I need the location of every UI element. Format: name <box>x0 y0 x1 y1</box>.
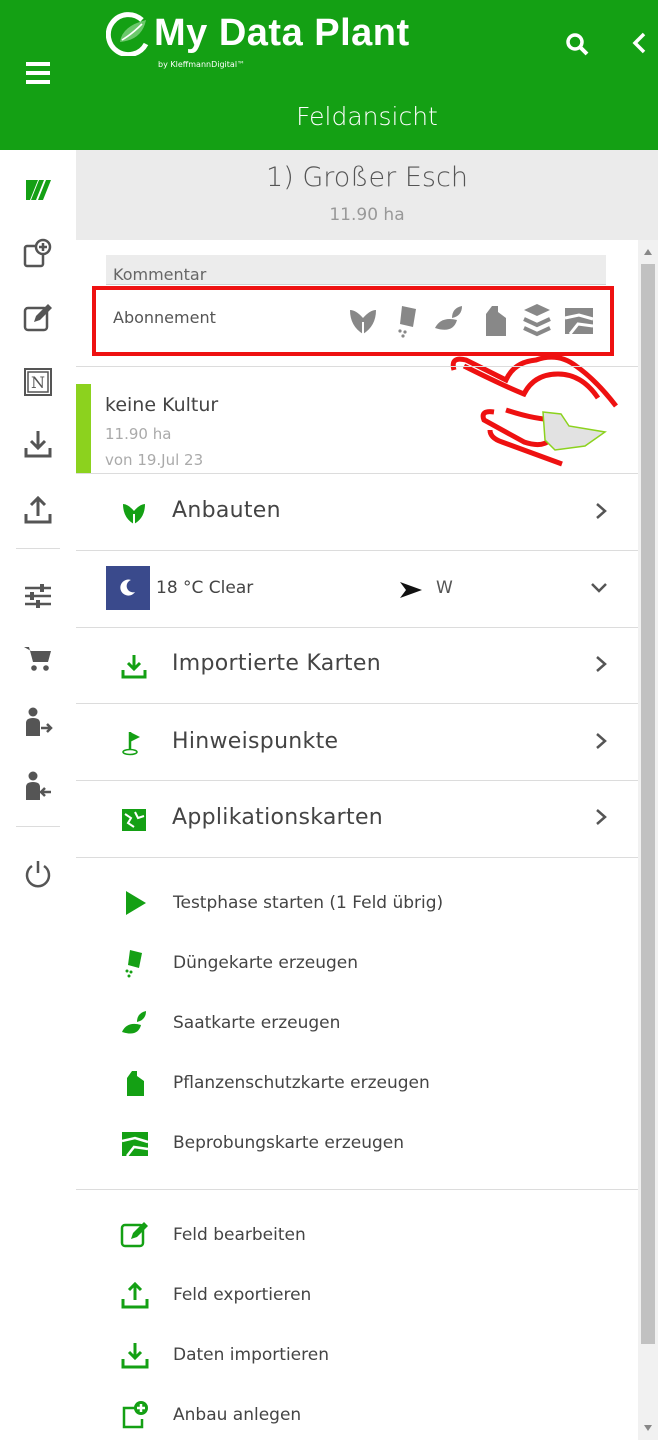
sampling-map-icon[interactable] <box>562 302 596 338</box>
action-label: Feld bearbeiten <box>173 1225 306 1245</box>
action-label: Düngekarte erzeugen <box>173 953 358 973</box>
culture-date: von 19.Jul 23 <box>105 451 204 469</box>
flag-pin-icon <box>122 732 140 756</box>
action-label: Pflanzenschutzkarte erzeugen <box>173 1073 430 1093</box>
comment-input[interactable]: Kommentar <box>106 255 606 285</box>
divider <box>76 473 638 474</box>
leaf-icon[interactable] <box>346 302 380 338</box>
sampling-map-icon <box>121 1132 149 1157</box>
field-details-panel: Kommentar Abonnement keine Kultur 11.90 … <box>76 240 638 1440</box>
application-map-icon <box>122 809 146 831</box>
action-label: Daten importieren <box>173 1345 329 1365</box>
divider <box>76 1189 638 1190</box>
power-icon[interactable] <box>22 858 54 890</box>
sidebar-divider <box>16 826 60 827</box>
settings-sliders-icon[interactable] <box>22 580 54 612</box>
culture-color-bar <box>76 384 91 474</box>
section-label: Importierte Karten <box>172 651 381 676</box>
action-label: Anbau anlegen <box>173 1405 302 1425</box>
field-area: 11.90 ha <box>329 205 405 225</box>
section-label: Hinweispunkte <box>172 729 339 754</box>
divider <box>76 703 638 704</box>
field-shape-thumbnail[interactable] <box>531 406 611 456</box>
edit-icon[interactable] <box>22 302 54 334</box>
culture-name: keine Kultur <box>105 394 219 416</box>
fertilizer-bag-icon[interactable] <box>392 302 426 338</box>
chevron-right-icon <box>596 656 607 672</box>
app-logo-title: My Data Plant <box>154 12 410 54</box>
upload-icon <box>121 1281 149 1309</box>
spray-canister-icon <box>127 1071 144 1096</box>
divider <box>76 550 638 551</box>
download-icon <box>121 655 147 679</box>
page-title: Feldansicht <box>296 102 438 131</box>
chevron-left-icon[interactable] <box>632 32 646 54</box>
download-icon[interactable] <box>22 428 54 460</box>
culture-area: 11.90 ha <box>105 425 172 443</box>
user-logout-icon[interactable] <box>22 706 54 738</box>
fields-icon[interactable] <box>22 174 54 206</box>
spray-canister-icon[interactable] <box>478 302 512 338</box>
notes-n-icon[interactable]: N <box>22 366 54 398</box>
sidebar-menu-area <box>0 0 76 150</box>
action-label: Feld exportieren <box>173 1285 312 1305</box>
action-label: Testphase starten (1 Feld übrig) <box>173 893 444 913</box>
layers-icon[interactable] <box>520 302 554 338</box>
user-login-icon[interactable] <box>22 770 54 802</box>
field-summary: 1) Großer Esch 11.90 ha <box>76 150 658 240</box>
play-icon <box>126 891 146 915</box>
edit-icon <box>120 1222 148 1248</box>
action-label: Beprobungskarte erzeugen <box>173 1133 405 1153</box>
leaf-icon <box>123 504 145 524</box>
add-crop-icon[interactable] <box>22 238 54 270</box>
chevron-down-icon <box>591 583 607 593</box>
hamburger-menu-icon[interactable] <box>26 62 50 84</box>
chevron-right-icon <box>596 503 607 519</box>
cart-icon[interactable] <box>22 642 54 674</box>
scrollbar[interactable] <box>638 240 658 1440</box>
add-crop-icon <box>122 1401 148 1429</box>
divider <box>76 366 638 367</box>
fertilizer-bag-icon <box>125 950 142 978</box>
section-label: Applikationskarten <box>172 805 384 830</box>
divider <box>76 857 638 858</box>
subscription-label: Abonnement <box>113 308 216 327</box>
chevron-right-icon <box>596 809 607 825</box>
wind-arrow-icon <box>400 582 422 598</box>
scroll-up-icon[interactable] <box>643 248 653 256</box>
weather-night-icon <box>106 566 150 610</box>
weather-text: 18 °C Clear <box>156 578 254 598</box>
scrollbar-thumb[interactable] <box>641 264 655 1344</box>
scroll-down-icon[interactable] <box>643 1424 653 1432</box>
seed-sprout-icon[interactable] <box>432 302 466 338</box>
logo-leaf-icon <box>106 12 149 56</box>
download-icon <box>121 1343 149 1369</box>
app-header: My Data Plant by KleffmannDigital™ Felda… <box>76 0 658 150</box>
search-icon[interactable] <box>565 32 589 56</box>
wind-direction: W <box>436 578 453 598</box>
field-name: 1) Großer Esch <box>266 162 468 193</box>
divider <box>76 627 638 628</box>
chevron-right-icon <box>596 733 607 749</box>
app-logo-subtitle: by KleffmannDigital™ <box>158 60 246 69</box>
section-label: Anbauten <box>172 498 281 523</box>
seed-sprout-icon <box>122 1011 146 1034</box>
sidebar-divider <box>16 548 60 549</box>
upload-icon[interactable] <box>22 494 54 526</box>
divider <box>76 780 638 781</box>
action-label: Saatkarte erzeugen <box>173 1013 341 1033</box>
svg-text:N: N <box>31 373 45 392</box>
sidebar: N <box>0 0 77 1440</box>
